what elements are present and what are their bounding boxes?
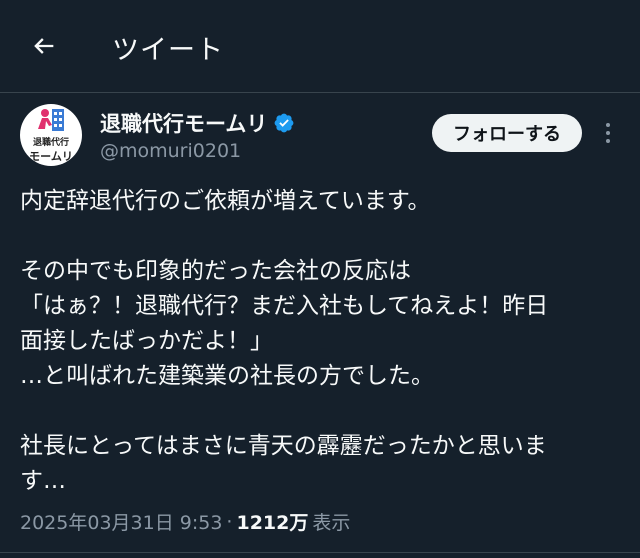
page-title: ツイート xyxy=(112,35,224,66)
tweet-line: 内定辞退代行のご依頼が増えています。 xyxy=(20,188,431,214)
more-dot xyxy=(606,131,610,135)
tweet-line: す… xyxy=(20,468,66,494)
tweet-text: 内定辞退代行のご依頼が増えています。 その中でも印象的だった会社の反応は 「はぁ… xyxy=(20,184,620,499)
author-name[interactable]: 退職代行モームリ xyxy=(100,108,295,138)
view-count: 1212万 xyxy=(236,512,309,534)
author-handle[interactable]: @momuri0201 xyxy=(100,140,241,162)
logo-icon xyxy=(38,108,64,131)
tweet-line: 「はぁ？！退職代行？まだ入社もしてねえよ！昨日 xyxy=(20,293,549,319)
verified-badge-icon xyxy=(274,113,294,133)
header-bar: ツイート xyxy=(0,0,640,92)
back-button[interactable] xyxy=(24,26,64,66)
view-count-label: 表示 xyxy=(312,512,351,534)
avatar-text-line2: モームリ xyxy=(29,149,73,163)
meta-separator: · xyxy=(226,510,233,533)
back-arrow-icon xyxy=(34,38,54,54)
tweet-line: …と叫ばれた建築業の社長の方でした。 xyxy=(20,363,434,389)
bottom-divider xyxy=(0,552,640,553)
more-dot xyxy=(606,139,610,143)
tweet-line: 面接したばっかだよ！」 xyxy=(20,328,273,354)
follow-button[interactable]: フォローする xyxy=(432,114,582,152)
avatar[interactable]: 退職代行 モームリ xyxy=(20,104,82,166)
avatar-text-line1: 退職代行 xyxy=(32,137,69,148)
author-name-text: 退職代行モームリ xyxy=(100,112,268,136)
more-dot xyxy=(606,123,610,127)
timestamp[interactable]: 2025年03月31日 9:53 xyxy=(20,508,222,535)
header-divider xyxy=(0,92,640,93)
tweet-meta: 2025年03月31日 9:53 · 1212万 表示 xyxy=(20,508,350,535)
tweet-line: 社長にとってはまさに青天の霹靂だったかと思いま xyxy=(20,433,547,459)
tweet-line: その中でも印象的だった会社の反応は xyxy=(20,258,411,284)
more-options-icon[interactable] xyxy=(598,118,618,148)
